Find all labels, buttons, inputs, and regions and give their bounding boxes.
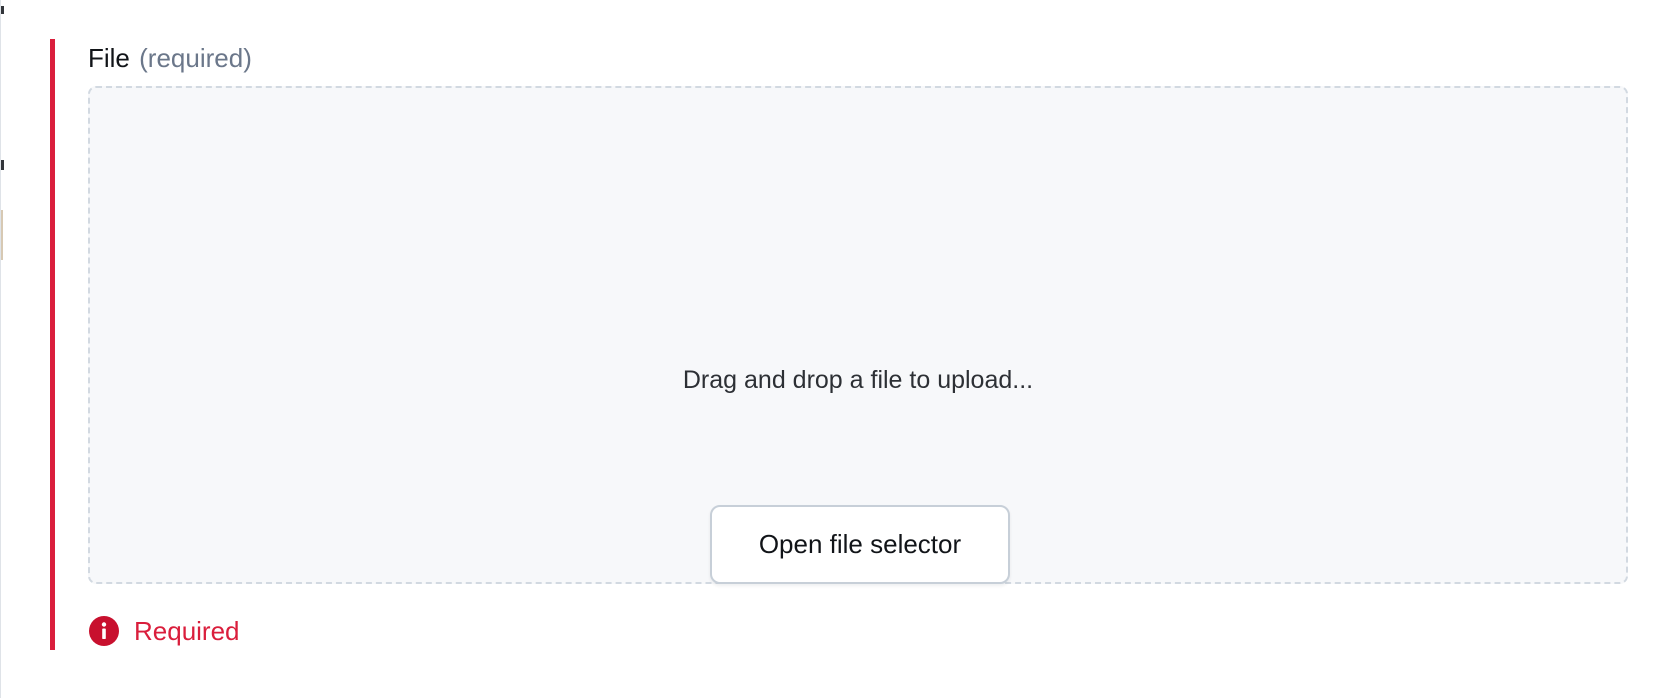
required-hint: (required)	[139, 43, 252, 73]
error-text: Required	[134, 616, 240, 646]
field-label-text: File	[88, 43, 130, 73]
error-info-icon	[88, 615, 120, 647]
dropzone-instruction: Drag and drop a file to upload...	[682, 366, 1034, 394]
edge-mark	[1, 6, 4, 14]
left-edge-marks	[1, 0, 5, 260]
file-dropzone[interactable]: Drag and drop a file to upload... Open f…	[88, 86, 1628, 584]
field-error-indicator-bar	[50, 39, 55, 650]
file-upload-field: File (required) Drag and drop a file to …	[88, 40, 1628, 584]
edge-mark	[1, 160, 4, 170]
field-label: File (required)	[88, 40, 1628, 76]
open-file-selector-button[interactable]: Open file selector	[710, 505, 1010, 584]
edge-mark	[1, 210, 3, 260]
field-error-message: Required	[88, 614, 240, 648]
file-upload-page: File (required) Drag and drop a file to …	[0, 0, 1678, 698]
